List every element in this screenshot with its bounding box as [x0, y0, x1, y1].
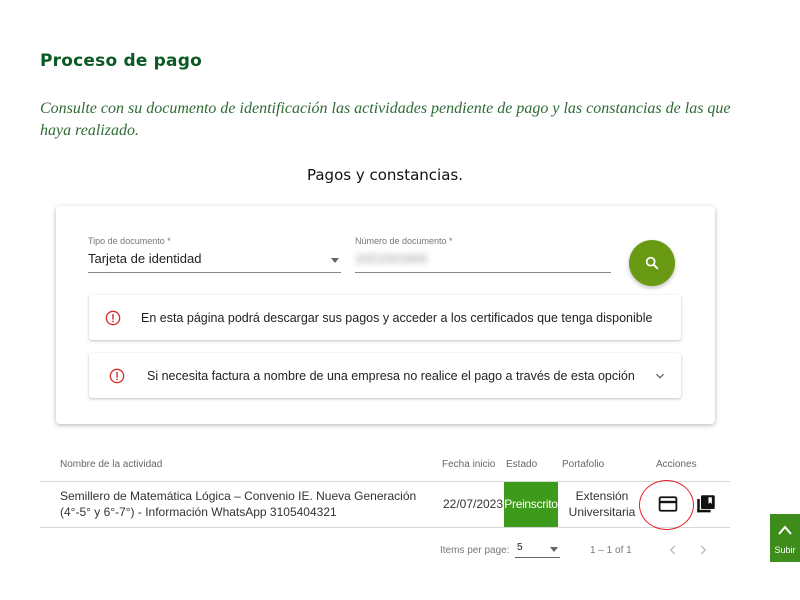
- credit-card-icon[interactable]: [658, 495, 678, 512]
- page-title: Proceso de pago: [40, 51, 202, 71]
- chevron-right-icon[interactable]: [696, 543, 710, 557]
- chevron-down-icon[interactable]: [653, 369, 667, 383]
- page-intro: Consulte con su documento de identificac…: [40, 100, 731, 139]
- activity-name-cell: Semillero de Matemática Lógica – Conveni…: [40, 481, 440, 528]
- document-type-value[interactable]: Tarjeta de identidad: [88, 251, 341, 267]
- table-header-row: Nombre de la actividad Fecha inicio Esta…: [40, 448, 730, 482]
- portfolio-cell: Extensión Universitaria: [558, 481, 646, 528]
- header-state[interactable]: Estado: [504, 448, 558, 482]
- chevron-left-icon[interactable]: [666, 543, 680, 557]
- document-number-field[interactable]: Número de documento * 1021501600: [355, 236, 611, 274]
- dropdown-arrow-icon[interactable]: [331, 258, 339, 263]
- header-portfolio[interactable]: Portafolio: [558, 448, 646, 482]
- paginator: Items per page: 5 1 – 1 of 1: [440, 540, 710, 560]
- document-type-label: Tipo de documento *: [88, 236, 171, 246]
- chevron-up-icon: [778, 525, 792, 535]
- header-actions: Acciones: [646, 448, 730, 482]
- actions-cell: [639, 479, 730, 530]
- start-date-cell: 22/07/2023: [440, 481, 504, 528]
- header-start-date[interactable]: Fecha inicio: [440, 448, 504, 482]
- document-type-underline: [88, 272, 341, 273]
- items-per-page-label: Items per page:: [440, 544, 510, 556]
- document-number-input[interactable]: 1021501600: [355, 251, 611, 267]
- notice-downloads-text: En esta página podrá descargar sus pagos…: [141, 310, 653, 325]
- alert-circle-icon: [105, 310, 121, 325]
- alert-circle-icon: [109, 368, 125, 383]
- document-number-underline: [355, 272, 611, 273]
- search-icon: [645, 256, 659, 270]
- document-type-select[interactable]: Tipo de documento * Tarjeta de identidad: [88, 236, 341, 274]
- dropdown-arrow-icon[interactable]: [550, 547, 558, 552]
- activities-table: Nombre de la actividad Fecha inicio Esta…: [40, 448, 730, 530]
- section-title: Pagos y constancias.: [306, 166, 463, 184]
- status-badge: Preinscrito: [504, 481, 558, 527]
- header-activity-name[interactable]: Nombre de la actividad: [40, 448, 440, 482]
- page-size-value[interactable]: 5: [517, 542, 523, 553]
- scroll-to-top-button[interactable]: Subir: [770, 514, 800, 562]
- page-size-select[interactable]: 5: [515, 542, 560, 558]
- search-button[interactable]: [629, 240, 675, 286]
- document-number-label: Número de documento *: [355, 236, 453, 246]
- scroll-to-top-label: Subir: [774, 545, 796, 555]
- notice-invoice-expander[interactable]: Si necesita factura a nombre de una empr…: [89, 353, 681, 398]
- notice-downloads: En esta página podrá descargar sus pagos…: [89, 295, 681, 340]
- page-range-label: 1 – 1 of 1: [590, 544, 632, 556]
- search-card: Tipo de documento * Tarjeta de identidad…: [56, 206, 715, 424]
- state-cell: Preinscrito: [504, 481, 558, 528]
- notice-invoice-text: Si necesita factura a nombre de una empr…: [147, 368, 635, 383]
- library-books-icon[interactable]: [696, 494, 716, 514]
- table-row: Semillero de Matemática Lógica – Conveni…: [40, 479, 730, 530]
